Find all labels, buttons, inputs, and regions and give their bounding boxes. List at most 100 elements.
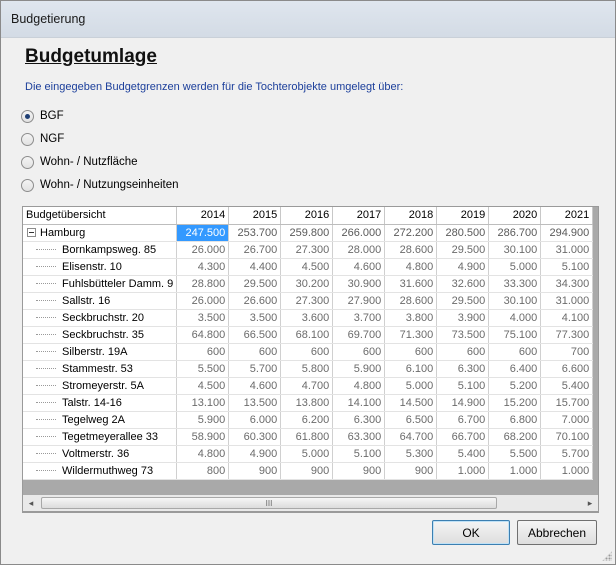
budget-value-cell[interactable]: 4.700 — [280, 377, 334, 395]
column-header-year[interactable]: 2019 — [436, 207, 490, 225]
budget-value-cell[interactable]: 33.300 — [488, 275, 542, 293]
budget-value-cell[interactable]: 3.600 — [280, 309, 334, 327]
row-name-cell[interactable]: Wildermuthweg 73 — [23, 462, 178, 480]
budget-value-cell[interactable]: 29.500 — [436, 292, 490, 310]
budget-value-cell[interactable]: 1.000 — [488, 462, 542, 480]
budget-value-cell[interactable]: 4.500 — [176, 377, 230, 395]
table-row[interactable]: Seckbruchstr. 35 64.800 66.500 68.100 69.700… — [23, 326, 594, 344]
table-row[interactable]: Wildermuthweg 73 800 900 900 900 900 1.000 1.00… — [23, 462, 594, 480]
budget-value-cell[interactable]: 900 — [384, 462, 438, 480]
scroll-right-icon[interactable]: ▸ — [582, 495, 598, 511]
budget-value-cell[interactable]: 286.700 — [488, 224, 542, 242]
horizontal-scrollbar[interactable]: ◂ III ▸ — [22, 495, 599, 512]
budget-value-cell[interactable]: 13.800 — [280, 394, 334, 412]
radio-checked-icon[interactable] — [21, 109, 34, 123]
budget-value-cell[interactable]: 4.800 — [176, 445, 230, 463]
budget-value-cell[interactable]: 69.700 — [332, 326, 386, 344]
budget-value-cell[interactable]: 61.800 — [280, 428, 334, 446]
budget-value-cell[interactable]: 5.500 — [488, 445, 542, 463]
budget-value-cell[interactable]: 5.300 — [384, 445, 438, 463]
budget-value-cell[interactable]: 26.700 — [228, 241, 282, 259]
budget-value-cell[interactable]: 68.200 — [488, 428, 542, 446]
budget-value-cell[interactable]: 13.100 — [176, 394, 230, 412]
budget-value-cell[interactable]: 63.300 — [332, 428, 386, 446]
budget-value-cell[interactable]: 5.900 — [176, 411, 230, 429]
budget-value-cell[interactable]: 600 — [280, 343, 334, 361]
budget-value-cell[interactable]: 6.000 — [228, 411, 282, 429]
budget-value-cell[interactable]: 6.500 — [384, 411, 438, 429]
budget-value-cell[interactable]: 34.300 — [540, 275, 594, 293]
budget-value-cell[interactable]: 64.800 — [176, 326, 230, 344]
budget-value-cell[interactable]: 77.300 — [540, 326, 594, 344]
budget-value-cell[interactable]: 600 — [384, 343, 438, 361]
budget-value-cell[interactable]: 5.800 — [280, 360, 334, 378]
budget-value-cell[interactable]: 4.600 — [332, 258, 386, 276]
budget-value-cell[interactable]: 247.500 — [176, 224, 230, 242]
budget-value-cell[interactable]: 6.400 — [488, 360, 542, 378]
budget-value-cell[interactable]: 3.900 — [436, 309, 490, 327]
table-row[interactable]: Stromeyerstr. 5A 4.500 4.600 4.700 4.800 5.00… — [23, 377, 594, 395]
budget-value-cell[interactable]: 5.200 — [488, 377, 542, 395]
table-row[interactable]: Silberstr. 19A 600 600 600 600 600 600 600 700 — [23, 343, 594, 361]
collapse-icon[interactable] — [27, 228, 36, 238]
budget-value-cell[interactable]: 5.100 — [436, 377, 490, 395]
budget-value-cell[interactable]: 5.000 — [384, 377, 438, 395]
radio-option[interactable]: NGF — [21, 131, 64, 147]
budget-value-cell[interactable]: 13.500 — [228, 394, 282, 412]
budget-value-cell[interactable]: 30.100 — [488, 292, 542, 310]
row-name-cell[interactable]: Bornkampsweg. 85 — [23, 241, 178, 259]
budget-value-cell[interactable]: 259.800 — [280, 224, 334, 242]
budget-value-cell[interactable]: 4.000 — [488, 309, 542, 327]
budget-value-cell[interactable]: 900 — [228, 462, 282, 480]
budget-value-cell[interactable]: 71.300 — [384, 326, 438, 344]
budget-value-cell[interactable]: 31.600 — [384, 275, 438, 293]
column-header-year[interactable]: 2020 — [488, 207, 542, 225]
budget-value-cell[interactable]: 5.900 — [332, 360, 386, 378]
row-name-cell[interactable]: Tegelweg 2A — [23, 411, 178, 429]
budget-value-cell[interactable]: 6.200 — [280, 411, 334, 429]
budget-value-cell[interactable]: 4.900 — [228, 445, 282, 463]
row-name-cell[interactable]: Elisenstr. 10 — [23, 258, 178, 276]
table-row[interactable]: Tegetmeyerallee 33 58.900 60.300 61.800 63.3… — [23, 428, 594, 446]
budget-value-cell[interactable]: 73.500 — [436, 326, 490, 344]
budget-value-cell[interactable]: 600 — [228, 343, 282, 361]
row-name-cell[interactable]: Talstr. 14-16 — [23, 394, 178, 412]
budget-value-cell[interactable]: 4.400 — [228, 258, 282, 276]
budget-value-cell[interactable]: 5.700 — [228, 360, 282, 378]
row-name-cell[interactable]: Sallstr. 16 — [23, 292, 178, 310]
row-name-cell[interactable]: Seckbruchstr. 35 — [23, 326, 178, 344]
cancel-button[interactable]: Abbrechen — [517, 520, 597, 545]
budget-value-cell[interactable]: 28.800 — [176, 275, 230, 293]
radio-unchecked-icon[interactable] — [21, 132, 34, 146]
column-header-year[interactable]: 2021 — [540, 207, 594, 225]
budget-value-cell[interactable]: 14.100 — [332, 394, 386, 412]
budget-value-cell[interactable]: 5.000 — [488, 258, 542, 276]
title-bar[interactable]: Budgetierung — [1, 1, 615, 38]
budget-value-cell[interactable]: 60.300 — [228, 428, 282, 446]
budget-value-cell[interactable]: 5.400 — [540, 377, 594, 395]
budget-value-cell[interactable]: 5.400 — [436, 445, 490, 463]
budget-value-cell[interactable]: 280.500 — [436, 224, 490, 242]
radio-option[interactable]: BGF — [21, 108, 64, 124]
row-name-cell[interactable]: Fuhlsbütteler Damm. 9 — [23, 275, 178, 293]
budget-value-cell[interactable]: 4.600 — [228, 377, 282, 395]
budget-value-cell[interactable]: 64.700 — [384, 428, 438, 446]
budget-value-cell[interactable]: 600 — [332, 343, 386, 361]
budget-value-cell[interactable]: 4.100 — [540, 309, 594, 327]
budget-value-cell[interactable]: 6.600 — [540, 360, 594, 378]
budget-value-cell[interactable]: 272.200 — [384, 224, 438, 242]
table-row[interactable]: Fuhlsbütteler Damm. 9 28.800 29.500 30.200 3… — [23, 275, 594, 293]
table-row[interactable]: Hamburg 247.500 253.700 259.800 266.000 272.2… — [23, 224, 594, 242]
budget-value-cell[interactable]: 6.300 — [436, 360, 490, 378]
budget-value-cell[interactable]: 4.800 — [384, 258, 438, 276]
budget-value-cell[interactable]: 27.300 — [280, 241, 334, 259]
budget-value-cell[interactable]: 4.300 — [176, 258, 230, 276]
budget-value-cell[interactable]: 15.700 — [540, 394, 594, 412]
budget-value-cell[interactable]: 6.300 — [332, 411, 386, 429]
row-name-cell[interactable]: Stromeyerstr. 5A — [23, 377, 178, 395]
table-row[interactable]: Sallstr. 16 26.000 26.600 27.300 27.900 28.60… — [23, 292, 594, 310]
budget-value-cell[interactable]: 5.500 — [176, 360, 230, 378]
budget-value-cell[interactable]: 58.900 — [176, 428, 230, 446]
budget-value-cell[interactable]: 4.900 — [436, 258, 490, 276]
table-row[interactable]: Seckbruchstr. 20 3.500 3.500 3.600 3.700 3.80… — [23, 309, 594, 327]
